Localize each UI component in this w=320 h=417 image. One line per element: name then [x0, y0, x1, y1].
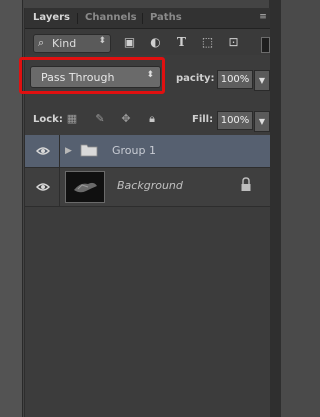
folder-icon: [80, 144, 98, 157]
layer-name[interactable]: Background: [117, 179, 183, 192]
tab-paths[interactable]: Paths: [150, 12, 182, 23]
smart-object-filter-icon[interactable]: ⊡: [227, 36, 240, 49]
lock-row: Lock: ▦ ✎ ✥ 🔒︎ Fill: 100% ▼: [25, 106, 270, 134]
filter-kind-dropdown[interactable]: ⌕ Kind ⬍: [33, 34, 111, 53]
tab-channels[interactable]: Channels: [85, 12, 137, 23]
opacity-dropdown-arrow[interactable]: ▼: [254, 70, 270, 91]
layer-filter-row: ⌕ Kind ⬍ ▣ ◐ T ⬚ ⊡: [25, 29, 270, 55]
expand-triangle-icon[interactable]: ▶: [65, 146, 72, 156]
lock-icon: [241, 177, 251, 191]
layers-panel: Layers Channels Paths ≡ ⌕ Kind ⬍ ▣ ◐ T ⬚…: [19, 8, 270, 417]
opacity-input[interactable]: 100%: [217, 70, 253, 89]
layer-row-background[interactable]: Background: [25, 168, 270, 207]
opacity-label: pacity:: [176, 73, 215, 84]
eye-icon[interactable]: [36, 146, 50, 156]
lock-transparent-pixels-icon[interactable]: ▦: [65, 112, 79, 126]
red-highlight-box: [19, 57, 165, 94]
type-filter-icon[interactable]: T: [175, 36, 188, 49]
lock-all-icon[interactable]: 🔒︎: [145, 112, 159, 126]
layers-panel-window: Layers Channels Paths ≡ ⌕ Kind ⬍ ▣ ◐ T ⬚…: [0, 0, 281, 417]
layer-thumbnail: [65, 171, 105, 203]
tab-divider: [142, 13, 143, 24]
filter-toggle-switch[interactable]: [261, 37, 270, 53]
lock-position-icon[interactable]: ✥: [119, 112, 133, 126]
panel-menu-icon[interactable]: ≡: [257, 11, 269, 23]
adjustment-filter-icon[interactable]: ◐: [149, 36, 162, 49]
fill-input[interactable]: 100%: [217, 111, 253, 130]
tab-divider: [77, 13, 78, 24]
panel-tabs: Layers Channels Paths ≡: [25, 8, 270, 29]
layer-row-group-1[interactable]: ▶ Group 1: [25, 135, 270, 168]
visibility-column: [25, 135, 60, 167]
right-scrollbar-strip[interactable]: [269, 0, 281, 417]
lock-image-pixels-icon[interactable]: ✎: [93, 112, 107, 126]
search-icon: ⌕: [38, 36, 45, 49]
lock-label: Lock:: [33, 114, 63, 125]
shape-filter-icon[interactable]: ⬚: [201, 36, 214, 49]
fill-label: Fill:: [192, 114, 214, 125]
fill-dropdown-arrow[interactable]: ▼: [254, 111, 270, 132]
chevron-updown-icon: ⬍: [98, 36, 106, 46]
filter-kind-label: Kind: [52, 37, 77, 50]
pixel-filter-icon[interactable]: ▣: [123, 36, 136, 49]
blend-row: Pass Through ⬍ pacity: 100% ▼: [19, 56, 270, 106]
layer-name[interactable]: Group 1: [112, 144, 156, 157]
tab-layers[interactable]: Layers: [33, 12, 70, 23]
visibility-column: [25, 168, 60, 206]
eye-icon[interactable]: [36, 182, 50, 192]
